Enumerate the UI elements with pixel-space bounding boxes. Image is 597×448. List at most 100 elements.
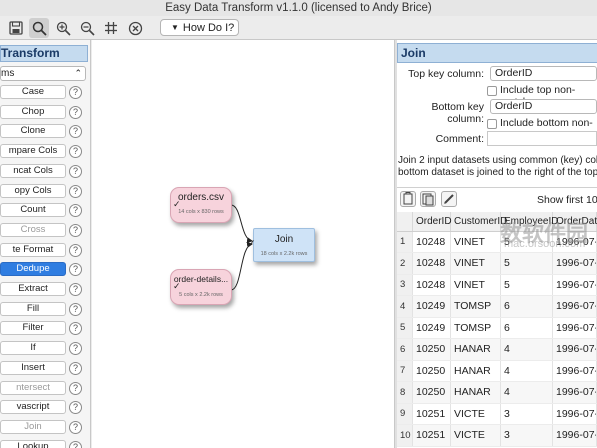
- transform-item-lookup[interactable]: Lookup: [0, 439, 66, 448]
- transform-item-count[interactable]: Count: [0, 203, 66, 218]
- table-cell: 1996-07-: [552, 274, 597, 296]
- transform-item-dedupe[interactable]: Dedupe: [0, 262, 66, 277]
- clipboard-icon[interactable]: [420, 191, 436, 207]
- table-cell: 10249: [412, 317, 451, 339]
- table-cell: TOMSP: [450, 295, 501, 318]
- node-order-details[interactable]: ✓ order-details... 5 cols x 2.2k rows: [170, 269, 232, 305]
- transform-item-if[interactable]: If: [0, 341, 66, 356]
- help-icon[interactable]: ?: [69, 184, 82, 198]
- transform-item-fill[interactable]: Fill: [0, 301, 66, 316]
- transform-item-ntersect[interactable]: ntersect: [0, 380, 66, 395]
- bottom-key-select[interactable]: OrderID: [490, 99, 597, 114]
- table-cell: VICTE: [450, 424, 501, 447]
- connection-lines: [230, 204, 253, 291]
- zoom-in-icon[interactable]: [53, 18, 73, 38]
- transform-item-cross[interactable]: Cross: [0, 222, 66, 237]
- transform-item-te-format[interactable]: te Format: [0, 242, 66, 257]
- help-icon[interactable]: ?: [69, 164, 82, 178]
- help-icon[interactable]: ?: [69, 223, 82, 237]
- help-icon[interactable]: ?: [69, 243, 82, 257]
- row-number: 2: [397, 252, 413, 275]
- magnify-icon[interactable]: [29, 18, 49, 38]
- table-cell: TOMSP: [450, 317, 501, 339]
- zoom-out-icon[interactable]: [77, 18, 97, 38]
- table-cell: HANAR: [450, 381, 501, 404]
- help-icon[interactable]: ?: [69, 342, 82, 356]
- row-number: 9: [397, 403, 413, 425]
- comment-input[interactable]: [487, 131, 597, 146]
- table-cell: 4: [500, 360, 553, 382]
- row-number: 4: [397, 295, 413, 318]
- table-cell: 1996-07-: [552, 381, 597, 404]
- transform-item-clone[interactable]: Clone: [0, 124, 66, 139]
- column-header[interactable]: CustomerID: [450, 212, 507, 232]
- preview-table: OrderIDCustomerIDEmployeeIDOrderDate 110…: [397, 212, 597, 447]
- help-icon[interactable]: ?: [69, 401, 82, 415]
- how-do-i-button[interactable]: ▼ How Do I?: [160, 19, 239, 36]
- updown-chevron-icon: ⌃: [74, 68, 82, 78]
- help-icon[interactable]: ?: [69, 322, 82, 336]
- table-cell: 10251: [412, 424, 451, 447]
- table-cell: 10248: [412, 274, 451, 296]
- connection-details-join: [230, 241, 253, 291]
- help-icon[interactable]: ?: [69, 86, 82, 99]
- help-icon[interactable]: ?: [69, 204, 82, 218]
- table-cell: HANAR: [450, 338, 501, 361]
- pencil-icon[interactable]: [441, 191, 457, 207]
- transform-item-insert[interactable]: Insert: [0, 360, 66, 375]
- table-cell: 5: [500, 252, 553, 275]
- close-circle-icon[interactable]: [125, 18, 145, 38]
- show-first-rows-select[interactable]: Show first 10 r: [537, 194, 597, 206]
- table-cell: 4: [500, 338, 553, 361]
- copy-icon[interactable]: [400, 191, 416, 207]
- help-icon[interactable]: ?: [69, 302, 82, 316]
- help-icon[interactable]: ?: [69, 440, 82, 448]
- help-icon[interactable]: ?: [69, 105, 82, 119]
- transform-item-case[interactable]: Case: [0, 85, 66, 99]
- save-icon[interactable]: [6, 18, 26, 38]
- help-icon[interactable]: ?: [69, 361, 82, 375]
- help-icon[interactable]: ?: [69, 263, 82, 277]
- help-icon[interactable]: ?: [69, 145, 82, 159]
- help-icon[interactable]: ?: [69, 381, 82, 395]
- transform-item-ncat-cols[interactable]: ncat Cols: [0, 163, 66, 178]
- node-join[interactable]: ✓ Join 18 cols x 2.2k rows: [248, 228, 315, 262]
- table-row: 5 10249 TOMSP 6 1996-07-: [397, 317, 597, 339]
- join-panel-header: Join: [397, 43, 597, 63]
- top-key-label: Top key column:: [408, 68, 484, 80]
- help-icon[interactable]: ?: [69, 283, 82, 296]
- column-header[interactable]: EmployeeID: [500, 212, 558, 232]
- transform-item-opy-cols[interactable]: opy Cols: [0, 183, 66, 198]
- column-header[interactable]: [397, 212, 413, 232]
- transform-item-vascript[interactable]: vascript: [0, 400, 66, 415]
- transform-filter-select[interactable]: ms ⌃: [0, 66, 86, 81]
- column-header[interactable]: OrderDate: [552, 212, 597, 232]
- help-icon[interactable]: ?: [69, 125, 82, 139]
- node-title: Join: [274, 234, 294, 245]
- table-cell: 1996-07-: [552, 295, 597, 318]
- top-key-select[interactable]: OrderID: [490, 66, 597, 81]
- transform-item-join[interactable]: Join: [0, 419, 66, 434]
- transform-item-chop[interactable]: Chop: [0, 104, 66, 119]
- table-cell: 10251: [412, 403, 451, 425]
- join-description-line2: bottom dataset is joined to the right of…: [398, 167, 597, 178]
- table-cell: VINET: [450, 231, 501, 253]
- transform-item-extract[interactable]: Extract: [0, 282, 66, 296]
- join-description-line1: Join 2 input datasets using common (key)…: [398, 155, 597, 166]
- table-cell: 10250: [412, 381, 451, 404]
- node-orders-csv[interactable]: ✓ orders.csv 14 cols x 830 rows: [170, 187, 232, 223]
- transform-item-mpare-cols[interactable]: mpare Cols: [0, 144, 66, 159]
- help-icon[interactable]: ?: [69, 420, 82, 434]
- include-bottom-checkbox[interactable]: [487, 119, 497, 129]
- column-header[interactable]: OrderID: [412, 212, 452, 232]
- table-cell: 3: [500, 403, 553, 425]
- workflow-canvas[interactable]: ✓ orders.csv 14 cols x 830 rows ✓ order-…: [92, 40, 394, 448]
- grid-icon[interactable]: [101, 18, 121, 38]
- table-row: 8 10250 HANAR 4 1996-07-: [397, 381, 597, 404]
- bottom-key-label: Bottom key column:: [431, 101, 484, 125]
- transform-item-filter[interactable]: Filter: [0, 321, 66, 336]
- row-number: 5: [397, 317, 413, 339]
- triangle-down-icon: ▼: [171, 23, 179, 32]
- include-top-checkbox[interactable]: [487, 86, 497, 96]
- transform-panel: Transform ms ⌃ Case? Chop? Clone? mpare Col…: [0, 40, 91, 448]
